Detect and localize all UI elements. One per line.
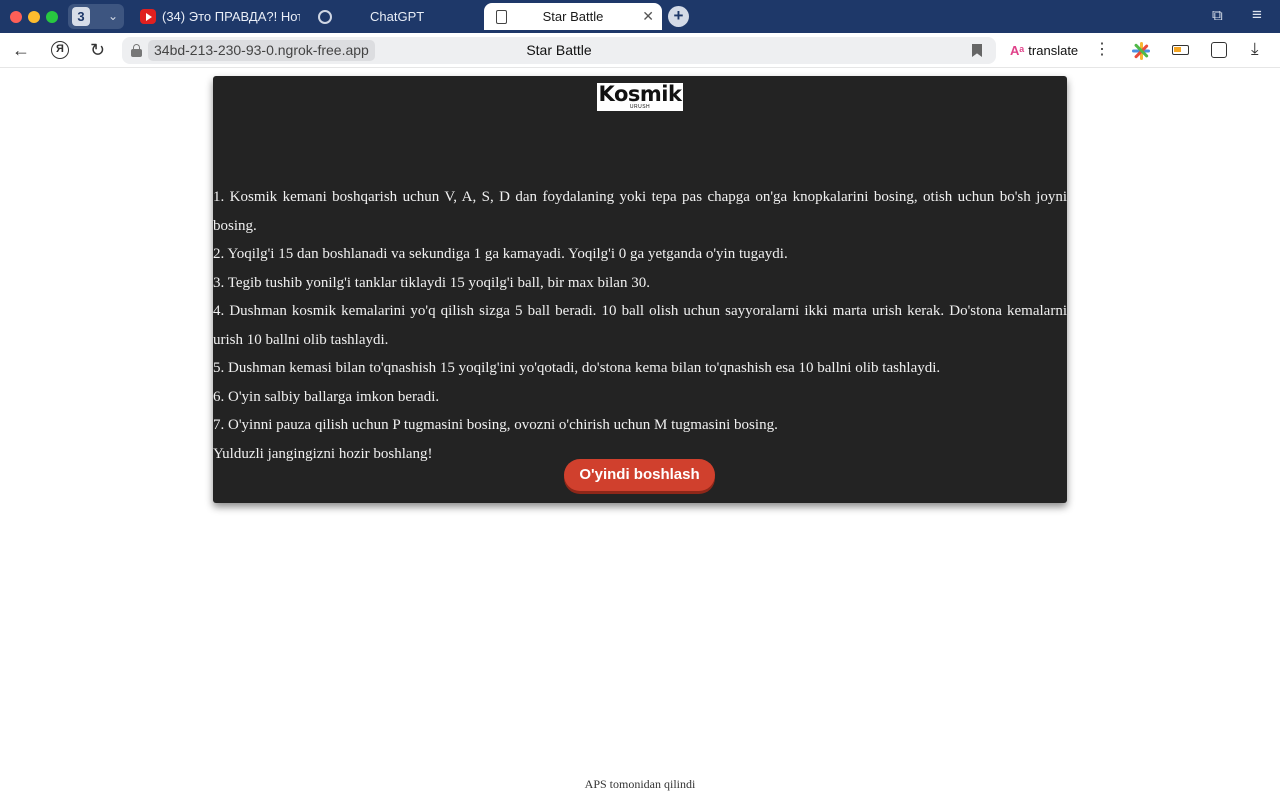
game-intro-panel: Kosmik URUSH 1. Kosmik kemani boshqarish…: [213, 76, 1067, 503]
menu-icon[interactable]: ≡: [1252, 5, 1262, 25]
translate-label: translate: [1028, 43, 1079, 58]
tab-count: 3: [72, 7, 90, 26]
collections-icon[interactable]: [1211, 42, 1227, 58]
maximize-window-button[interactable]: [46, 11, 58, 23]
translate-button[interactable]: Aᵃ translate: [1004, 37, 1084, 64]
more-options-icon[interactable]: ⋮: [1094, 39, 1110, 59]
footer-credit: APS tomonidan qilindi: [584, 777, 696, 791]
rule-item: 4. Dushman kosmik kemalarini yo'q qilish…: [213, 303, 1067, 348]
tab-star-battle[interactable]: Star Battle ✕: [484, 3, 662, 30]
yandex-icon[interactable]: Я: [51, 41, 69, 59]
battery-icon[interactable]: [1172, 45, 1189, 55]
logo-subtitle: URUSH: [629, 104, 651, 110]
copy-icon[interactable]: ⧉: [1212, 7, 1223, 24]
tab-label: ChatGPT: [370, 9, 425, 24]
browser-toolbar: ← Я ↻ Star Battle 34bd-213-230-93-0.ngro…: [0, 33, 1280, 68]
tab-chatgpt[interactable]: ChatGPT: [310, 3, 476, 30]
browser-titlebar: 3 ⌄ (34) Это ПРАВДА?! Нотч / ChatGPT Sta…: [0, 0, 1280, 33]
game-rules: 1. Kosmik kemani boshqarish uchun V, A, …: [213, 183, 1067, 468]
tab-label: Star Battle: [542, 9, 604, 24]
download-icon[interactable]: ⤓: [1251, 39, 1259, 59]
close-window-button[interactable]: [10, 11, 22, 23]
alice-icon[interactable]: [1132, 42, 1150, 60]
start-game-button[interactable]: O'yindi boshlash: [564, 459, 715, 491]
reload-icon[interactable]: ↻: [90, 39, 105, 61]
youtube-icon: [140, 9, 156, 24]
chevron-down-icon: ⌄: [107, 9, 118, 23]
address-bar[interactable]: Star Battle 34bd-213-230-93-0.ngrok-free…: [122, 37, 996, 64]
back-arrow-icon[interactable]: ←: [12, 39, 30, 61]
rule-item: 3. Tegib tushib yonilg'i tanklar tiklayd…: [213, 274, 650, 291]
chatgpt-icon: [318, 10, 332, 24]
logo-text: Kosmik: [598, 82, 682, 106]
rule-item: 6. O'yin salbiy ballarga imkon beradi.: [213, 388, 440, 405]
tab-youtube[interactable]: (34) Это ПРАВДА?! Нотч /: [134, 3, 300, 30]
tab-counter-button[interactable]: 3 ⌄: [68, 4, 124, 29]
url-text[interactable]: 34bd-213-230-93-0.ngrok-free.app: [148, 40, 375, 61]
rule-item: 1. Kosmik kemani boshqarish uchun V, A, …: [213, 189, 1067, 234]
minimize-window-button[interactable]: [28, 11, 40, 23]
rule-item: 2. Yoqilg'i 15 dan boshlanadi va sekundi…: [213, 246, 788, 262]
tab-label: (34) Это ПРАВДА?! Нотч /: [162, 9, 300, 24]
translate-icon: Aᵃ: [1010, 43, 1025, 58]
new-tab-button[interactable]: +: [668, 6, 689, 27]
rule-item: 7. O'yinni pauza qilish uchun P tugmasin…: [213, 417, 778, 433]
rule-item: 5. Dushman kemasi bilan to'qnashish 15 y…: [213, 360, 941, 376]
close-tab-icon[interactable]: ✕: [642, 3, 654, 30]
kosmik-logo: Kosmik URUSH: [597, 83, 683, 111]
